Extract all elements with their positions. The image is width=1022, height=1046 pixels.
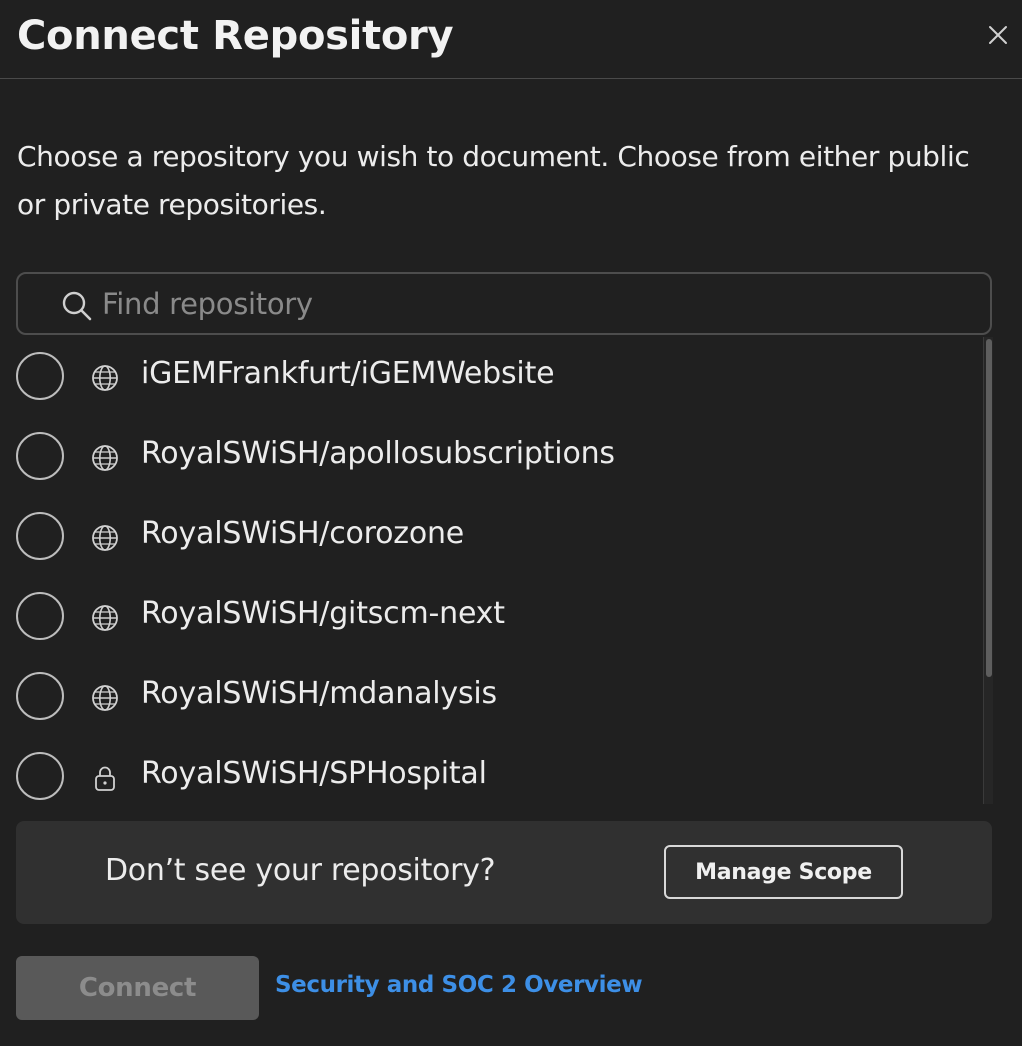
repository-radio[interactable] (16, 592, 64, 640)
repository-row[interactable]: RoyalSWiSH/mdanalysis (0, 657, 980, 737)
dialog-description: Choose a repository you wish to document… (17, 140, 970, 221)
repository-name: RoyalSWiSH/corozone (141, 516, 465, 551)
repository-name: iGEMFrankfurt/iGEMWebsite (141, 356, 555, 391)
globe-icon (90, 443, 120, 473)
repository-name: RoyalSWiSH/SPHospital (141, 756, 487, 791)
repository-row[interactable]: RoyalSWiSH/SPHospital (0, 737, 980, 804)
globe-icon (90, 523, 120, 553)
repository-radio[interactable] (16, 752, 64, 800)
connect-repository-dialog: Connect Repository Choose a repository y… (0, 0, 1022, 1046)
repository-row[interactable]: RoyalSWiSH/corozone (0, 497, 980, 577)
repository-radio[interactable] (16, 512, 64, 560)
search-input[interactable] (102, 280, 982, 328)
globe-icon (90, 603, 120, 633)
scope-prompt-text: Don’t see your repository? (105, 853, 496, 888)
security-overview-link[interactable]: Security and SOC 2 Overview (275, 972, 643, 998)
repository-list[interactable]: iGEMFrankfurt/iGEMWebsite RoyalSWiSH/apol… (0, 337, 996, 804)
repository-radio[interactable] (16, 672, 64, 720)
globe-icon (90, 683, 120, 713)
repository-list-scrollbar[interactable] (983, 337, 993, 804)
repository-row[interactable]: RoyalSWiSH/apollosubscriptions (0, 417, 980, 497)
repository-row[interactable]: RoyalSWiSH/gitscm-next (0, 577, 980, 657)
search-icon (62, 291, 92, 321)
lock-icon (90, 763, 120, 793)
close-icon (989, 26, 1007, 44)
connect-button[interactable]: Connect (16, 956, 259, 1020)
globe-icon (90, 363, 120, 393)
repository-name: RoyalSWiSH/mdanalysis (141, 676, 497, 711)
scope-panel: Don’t see your repository? Manage Scope (16, 821, 992, 924)
repository-row[interactable]: iGEMFrankfurt/iGEMWebsite (0, 337, 980, 417)
repository-radio[interactable] (16, 352, 64, 400)
repository-radio[interactable] (16, 432, 64, 480)
repository-name: RoyalSWiSH/apollosubscriptions (141, 436, 615, 471)
manage-scope-button[interactable]: Manage Scope (664, 845, 903, 899)
repository-name: RoyalSWiSH/gitscm-next (141, 596, 505, 631)
scrollbar-thumb[interactable] (986, 339, 992, 677)
dialog-title: Connect Repository (17, 13, 454, 59)
close-button[interactable] (984, 21, 1012, 49)
search-box[interactable] (16, 272, 992, 335)
dialog-header: Connect Repository (0, 0, 1022, 79)
